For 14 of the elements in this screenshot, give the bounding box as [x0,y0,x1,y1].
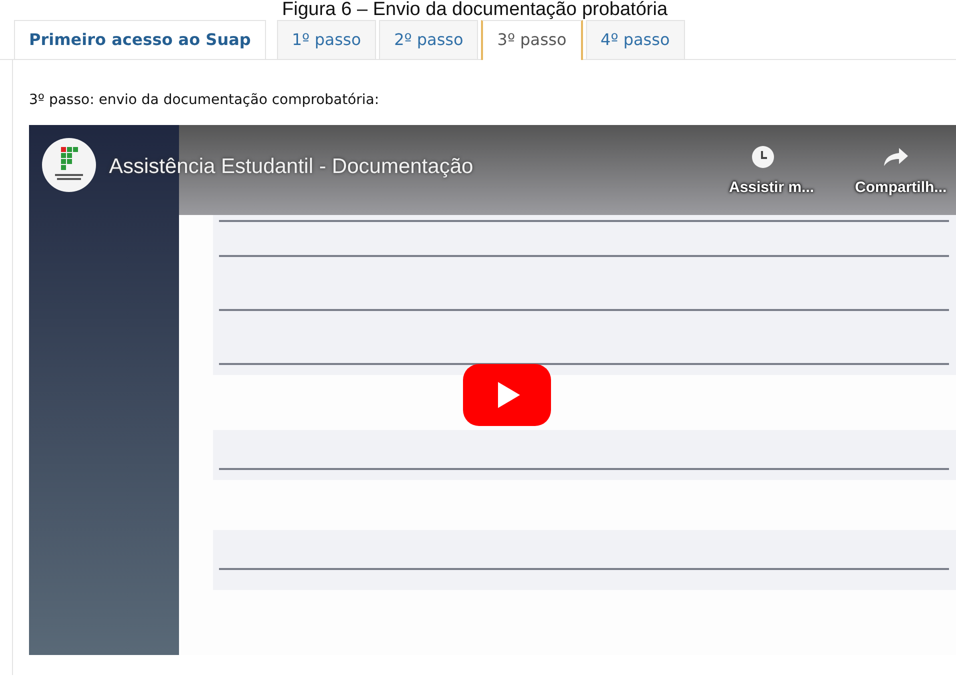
tab[interactable]: 1º passo [276,20,376,59]
tab[interactable]: Primeiro acesso ao Suap [14,20,266,59]
play-button[interactable] [463,364,551,426]
share-icon[interactable] [883,147,909,167]
logo-icon [41,137,97,193]
video-title[interactable]: Assistência Estudantil - Documentação [109,151,474,182]
tab[interactable]: 2º passo [379,20,478,59]
clock-icon[interactable] [751,145,775,169]
figure-caption: Figura 6 – Envio da documentação probatória [281,0,669,20]
tab[interactable]: 3º passo [481,20,583,60]
tab[interactable]: 4º passo [586,20,685,59]
action-label[interactable]: Compartilh... [855,177,947,200]
step-heading: 3º passo: envio da documentação comprobatória: [29,91,380,110]
action-label[interactable]: Assistir m... [729,177,814,200]
